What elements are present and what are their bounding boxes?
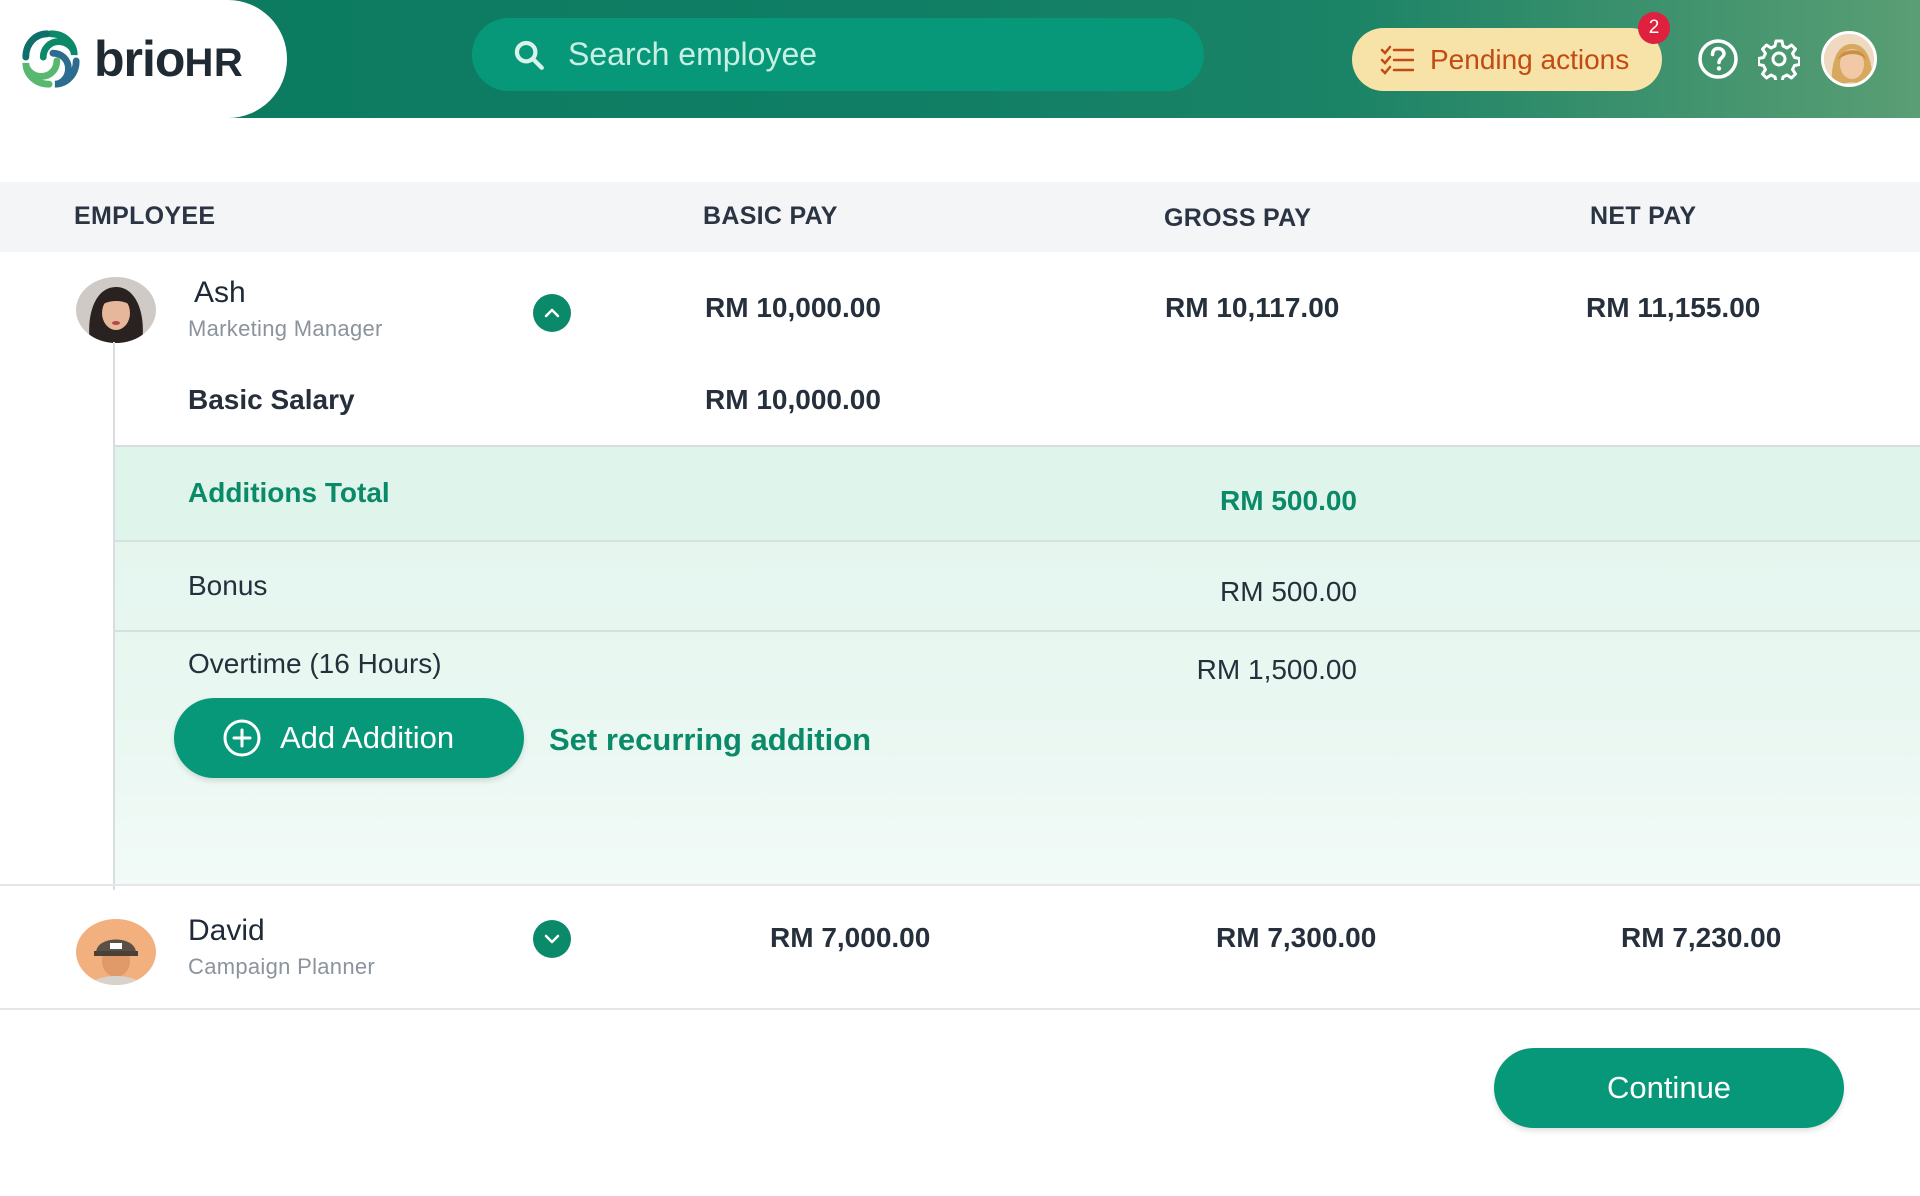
- gross-pay-value: RM 7,300.00: [1216, 922, 1377, 953]
- chevron-up-icon: [544, 308, 560, 318]
- addition-value: RM 1,500.00: [1196, 654, 1357, 685]
- gross-pay-value: RM 10,117.00: [1165, 292, 1340, 323]
- tree-connector: [113, 342, 115, 890]
- plus-circle-icon: [223, 719, 261, 757]
- addition-value: RM 500.00: [1220, 576, 1357, 607]
- employee-name[interactable]: David: [188, 914, 265, 948]
- search-icon: [514, 40, 544, 70]
- expand-toggle[interactable]: [533, 920, 571, 958]
- addition-label: Overtime (16 Hours): [188, 648, 442, 679]
- employee-name[interactable]: Ash: [194, 276, 246, 310]
- column-header-employee: EMPLOYEE: [74, 202, 216, 230]
- addition-label: Bonus: [188, 570, 268, 601]
- help-icon[interactable]: [1697, 38, 1739, 80]
- basic-pay-value: RM 10,000.00: [705, 292, 881, 323]
- user-avatar-image: [1824, 34, 1874, 84]
- add-addition-button[interactable]: Add Addition: [174, 698, 524, 778]
- collapse-toggle[interactable]: [533, 294, 571, 332]
- basic-pay-value: RM 7,000.00: [770, 922, 931, 953]
- pending-actions-label: Pending actions: [1430, 43, 1630, 75]
- additions-total-row: Additions Total RM 500.00: [114, 447, 1920, 542]
- employee-role: Campaign Planner: [188, 954, 376, 979]
- column-header-net-pay: NET PAY: [1590, 202, 1697, 230]
- additions-panel: Additions Total RM 500.00 Bonus RM 500.0…: [114, 445, 1920, 885]
- column-header-basic-pay: BASIC PAY: [703, 202, 838, 230]
- addition-item[interactable]: Overtime (16 Hours) RM 1,500.00: [114, 632, 1920, 702]
- brand-name-part2: HR: [184, 41, 244, 85]
- continue-button[interactable]: Continue: [1494, 1048, 1844, 1128]
- search-bar[interactable]: [472, 18, 1204, 91]
- top-bar: brioHR Pending actions 2: [0, 0, 1920, 118]
- checklist-icon: [1380, 45, 1414, 75]
- table-row: Ash Marketing Manager RM 10,000.00 RM 10…: [0, 252, 1920, 885]
- addition-item[interactable]: Bonus RM 500.00: [114, 542, 1920, 632]
- additions-total-label: Additions Total: [188, 477, 390, 508]
- pending-actions-button[interactable]: Pending actions: [1352, 28, 1662, 91]
- pending-count-badge: 2: [1638, 12, 1670, 44]
- add-addition-label: Add Addition: [280, 720, 455, 755]
- basic-salary-value: RM 10,000.00: [705, 384, 881, 415]
- net-pay-value: RM 11,155.00: [1586, 292, 1761, 323]
- table-row: David Campaign Planner RM 7,000.00 RM 7,…: [0, 886, 1920, 1008]
- table-header: EMPLOYEE BASIC PAY GROSS PAY NET PAY: [0, 182, 1920, 252]
- search-input[interactable]: [568, 36, 1168, 73]
- gear-icon[interactable]: [1758, 38, 1800, 80]
- net-pay-value: RM 7,230.00: [1621, 922, 1782, 953]
- brio-logo-icon: [22, 30, 80, 88]
- column-header-gross-pay: GROSS PAY: [1164, 204, 1312, 232]
- employee-avatar: [76, 277, 156, 343]
- brand-name-part1: brio: [94, 31, 185, 87]
- additions-total-value: RM 500.00: [1220, 485, 1357, 516]
- employee-role: Marketing Manager: [188, 316, 383, 341]
- brand-name: brioHR: [94, 34, 243, 84]
- set-recurring-addition-link[interactable]: Set recurring addition: [549, 722, 871, 758]
- chevron-down-icon: [544, 934, 560, 944]
- user-avatar[interactable]: [1821, 31, 1877, 87]
- row-divider: [0, 1008, 1920, 1010]
- basic-salary-label: Basic Salary: [188, 384, 355, 415]
- employee-avatar: [76, 919, 156, 985]
- brand-logo[interactable]: brioHR: [0, 0, 287, 118]
